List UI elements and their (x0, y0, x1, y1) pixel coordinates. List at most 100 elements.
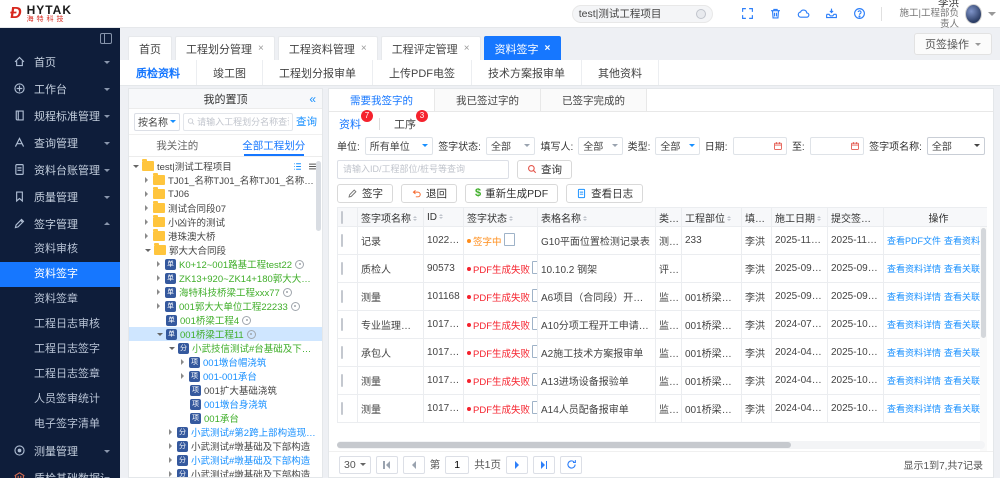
tree-node[interactable]: test|测试工程项目 (129, 159, 322, 173)
caret-open-icon[interactable] (133, 165, 139, 171)
row-checkbox[interactable] (341, 402, 343, 415)
caret-closed-icon[interactable] (181, 359, 187, 365)
sort-icon[interactable] (413, 214, 417, 223)
action-link-查看资料详情[interactable]: 查看资料详情 (887, 262, 941, 275)
type-filter-select[interactable]: 全部 (655, 137, 699, 155)
tree-node[interactable]: 项001墩台身浇筑 (129, 397, 322, 411)
copy-icon[interactable] (534, 375, 537, 386)
fullscreen-icon[interactable] (741, 7, 755, 21)
sub-tab-工程划分报审单[interactable]: 工程划分报审单 (263, 60, 373, 85)
tree-node[interactable]: 测试合同段07 (129, 201, 322, 215)
column-header-填写人[interactable]: 填写人 (742, 208, 772, 227)
signing-tab-我已签过字的[interactable]: 我已签过字的 (435, 89, 541, 111)
sort-icon[interactable] (509, 214, 513, 223)
tree-node[interactable]: 分小武测试#墩基础及下部构造 (129, 439, 322, 453)
locate-icon[interactable] (242, 316, 251, 325)
writer-filter-select[interactable]: 全部 (578, 137, 622, 155)
sidebar-subitem-资料签章[interactable]: 资料签章 (0, 287, 120, 312)
tree-node[interactable]: 单001桥梁工程11 (129, 327, 322, 341)
close-icon[interactable]: × (545, 43, 551, 54)
sidebar-subitem-工程日志审核[interactable]: 工程日志审核 (0, 312, 120, 337)
sub-tab-技术方案报审单[interactable]: 技术方案报审单 (472, 60, 582, 85)
caret-open-icon[interactable] (145, 249, 151, 255)
copy-icon[interactable] (534, 403, 537, 414)
sidebar-collapse-icon[interactable] (100, 33, 112, 44)
caret-closed-icon[interactable] (169, 429, 175, 435)
page-size-select[interactable]: 30 (339, 456, 371, 474)
row-checkbox[interactable] (341, 262, 343, 275)
row-checkbox[interactable] (341, 374, 343, 387)
select-all-checkbox[interactable] (341, 211, 343, 224)
sidebar-item-签字管理[interactable]: 签字管理 (0, 210, 120, 237)
page-tab-首页[interactable]: 首页 (128, 36, 172, 60)
action-link-查看PDF文件[interactable]: 查看PDF文件 (887, 234, 941, 247)
tree-tab-全部工程划分[interactable]: 全部工程划分 (226, 135, 323, 156)
caret-closed-icon[interactable] (169, 457, 175, 463)
locate-icon[interactable] (295, 260, 304, 269)
counter-工序[interactable]: 工序3 (394, 116, 420, 132)
signing-tab-需要我签字的[interactable]: 需要我签字的 (329, 89, 435, 111)
copy-icon[interactable] (534, 263, 537, 274)
column-header-签字状态[interactable]: 签字状态 (464, 208, 538, 227)
sidebar-subitem-资料签字[interactable]: 资料签字 (0, 262, 120, 287)
row-checkbox[interactable] (341, 346, 343, 359)
date-from-input[interactable] (733, 137, 787, 155)
column-header-类型[interactable]: 类型 (656, 208, 682, 227)
caret-closed-icon[interactable] (157, 303, 163, 309)
tree-node[interactable]: 小凶许的测试 (129, 215, 322, 229)
tree-node[interactable]: 项001承台 (129, 411, 322, 425)
action-link-查看资料详情[interactable]: 查看资料详情 (887, 402, 941, 415)
caret-closed-icon[interactable] (169, 471, 175, 477)
counter-资料[interactable]: 资料7 (339, 116, 365, 132)
date-to-input[interactable] (810, 137, 864, 155)
sub-tab-上传PDF电签[interactable]: 上传PDF电签 (373, 60, 472, 85)
查看日志-button[interactable]: 查看日志 (566, 184, 643, 203)
tree-node[interactable]: 单ZK13+920~ZK14+180郭大大单位工程4... (129, 271, 322, 285)
page-number-input[interactable] (445, 456, 469, 474)
tree-tab-我关注的[interactable]: 我关注的 (129, 135, 226, 156)
caret-closed-icon[interactable] (181, 373, 187, 379)
tree-node[interactable]: 单001郭大大单位工程22233 (129, 299, 322, 313)
row-checkbox[interactable] (341, 234, 343, 247)
tree-node[interactable]: 单海特科技桥梁工程xxx77 (129, 285, 322, 299)
sidebar-item-质检基础数据设置[interactable]: 质检基础数据设置 (0, 464, 120, 478)
重新生成PDF-button[interactable]: $重新生成PDF (465, 184, 558, 203)
sort-icon[interactable] (439, 212, 443, 221)
sub-tab-其他资料[interactable]: 其他资料 (582, 60, 659, 85)
sort-icon[interactable] (583, 214, 587, 223)
table-search-input[interactable] (337, 160, 509, 179)
caret-closed-icon[interactable] (145, 219, 151, 225)
first-page-button[interactable] (376, 456, 398, 474)
close-icon[interactable]: × (464, 43, 470, 54)
row-checkbox[interactable] (341, 290, 343, 303)
caret-closed-icon[interactable] (157, 275, 163, 281)
退回-button[interactable]: 退回 (401, 184, 457, 203)
copy-icon[interactable] (506, 235, 515, 246)
sub-tab-质检资料[interactable]: 质检资料 (120, 60, 197, 85)
tree-node[interactable]: 单001桥梁工程4 (129, 313, 322, 327)
caret-closed-icon[interactable] (145, 191, 151, 197)
column-header-签字项名称[interactable]: 签字项名称 (358, 208, 424, 227)
action-link-查看资料详情[interactable]: 查看资料详情 (887, 374, 941, 387)
tree-node[interactable]: 项001墩台帽浇筑 (129, 355, 322, 369)
caret-closed-icon[interactable] (157, 261, 163, 267)
list-view-icon[interactable] (292, 161, 303, 172)
action-link-查看资料详情[interactable]: 查看资料详情 (887, 290, 941, 303)
caret-closed-icon[interactable] (145, 233, 151, 239)
tree-scrollbar[interactable] (316, 161, 321, 231)
sidebar-subitem-人员签审统计[interactable]: 人员签审统计 (0, 387, 120, 412)
tree-node[interactable]: 港珠澳大桥 (129, 229, 322, 243)
column-header-施工日期[interactable]: 施工日期 (772, 208, 828, 227)
column-header-表格名称[interactable]: 表格名称 (538, 208, 656, 227)
locate-icon[interactable] (247, 330, 256, 339)
project-clear-icon[interactable] (696, 9, 706, 19)
copy-icon[interactable] (534, 347, 537, 358)
sort-icon[interactable] (727, 214, 731, 223)
copy-icon[interactable] (534, 319, 537, 330)
table-search-button[interactable]: 查询 (517, 160, 572, 179)
locate-icon[interactable] (291, 302, 300, 311)
sidebar-item-质量管理[interactable]: 质量管理 (0, 183, 120, 210)
close-icon[interactable]: × (361, 43, 367, 54)
sidebar-item-工作台[interactable]: 工作台 (0, 75, 120, 102)
action-link-查看资料详情[interactable]: 查看资料详情 (887, 346, 941, 359)
